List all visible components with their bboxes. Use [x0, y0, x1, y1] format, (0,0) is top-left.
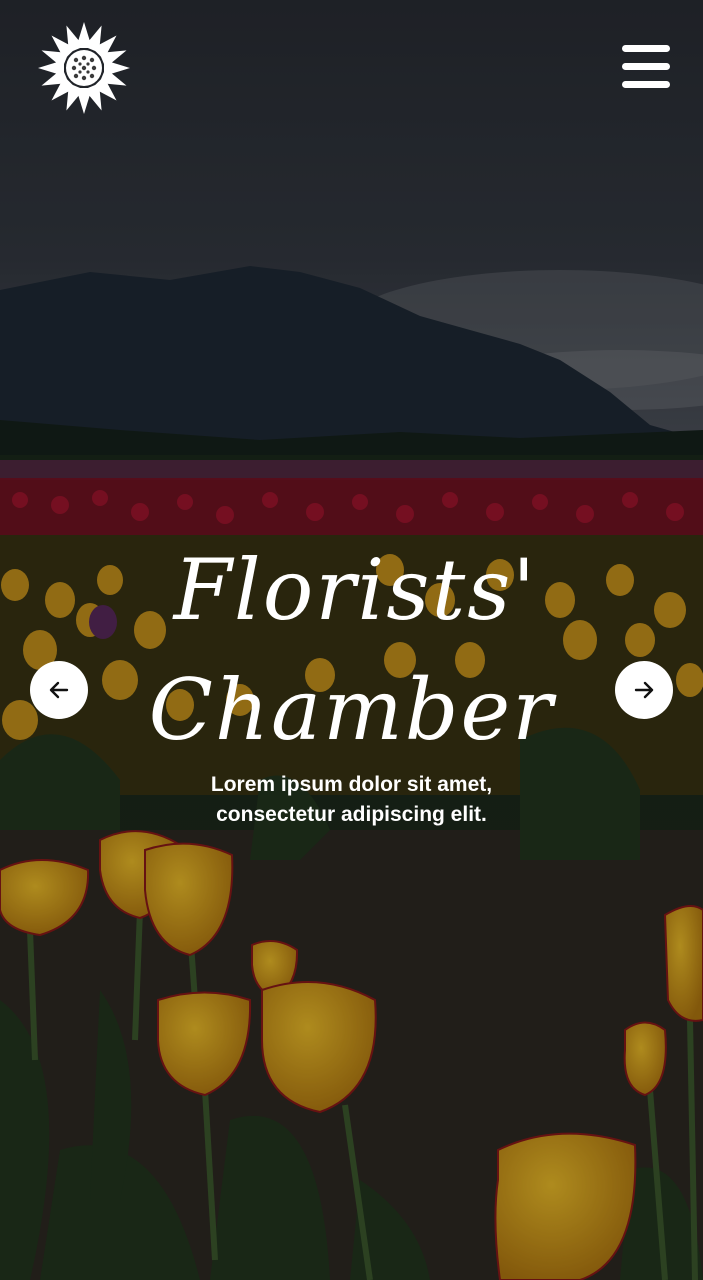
hamburger-menu-icon[interactable]	[616, 40, 676, 94]
hero-background-image	[0, 0, 703, 1280]
hero-title-line1: Florists'	[173, 541, 538, 639]
arrow-right-icon	[634, 681, 654, 699]
arrow-left-icon	[49, 681, 69, 699]
sunflower-logo-icon[interactable]	[34, 18, 134, 118]
menu-bar	[622, 81, 670, 88]
hero-subtitle-line2: consectetur adipiscing elit.	[216, 803, 487, 826]
menu-bar	[622, 63, 670, 70]
carousel-prev-button[interactable]	[30, 661, 88, 719]
menu-bar	[622, 45, 670, 52]
hero-section: Florists' Chamber Lorem ipsum dolor sit …	[0, 0, 703, 1280]
hero-title-line2: Chamber	[148, 661, 555, 759]
hero-subtitle-line1: Lorem ipsum dolor sit amet,	[210, 773, 493, 796]
carousel-next-button[interactable]	[615, 661, 673, 719]
